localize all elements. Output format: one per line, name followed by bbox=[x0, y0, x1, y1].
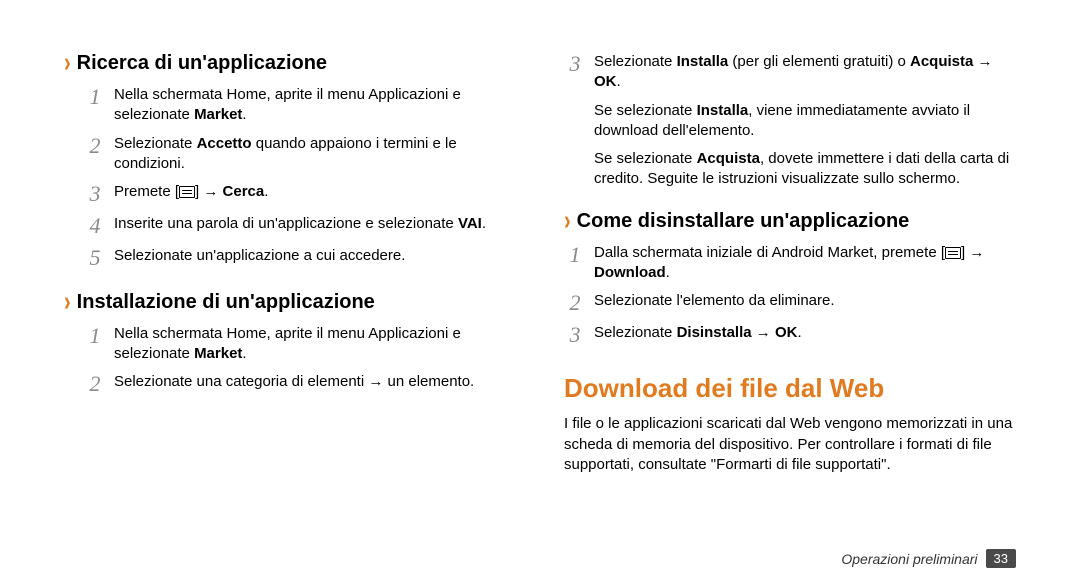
step-3: 3 Selezionate Disinstalla → OK. bbox=[564, 323, 1016, 347]
t-bold: Acquista bbox=[910, 53, 973, 70]
t: Dalla schermata iniziale di Android Mark… bbox=[594, 244, 945, 261]
footer-section: Operazioni preliminari bbox=[841, 551, 977, 567]
menu-icon bbox=[945, 247, 961, 259]
step-number: 2 bbox=[84, 134, 106, 158]
step-number: 2 bbox=[84, 372, 106, 396]
t-bold: Installa bbox=[677, 53, 729, 70]
step-text: Selezionate Accetto quando appaiono i te… bbox=[114, 134, 516, 175]
step-text: Selezionate una categoria di elementi → … bbox=[114, 372, 474, 392]
t-bold: OK bbox=[775, 324, 798, 341]
chevron-icon: › bbox=[564, 207, 571, 235]
step-1: 1 Nella schermata Home, aprite il menu A… bbox=[84, 324, 516, 365]
t: Selezionate bbox=[594, 324, 677, 341]
t-bold: OK bbox=[594, 73, 617, 90]
t-bold: Installa bbox=[697, 102, 749, 119]
t: Selezionate bbox=[594, 53, 677, 70]
step-1: 1 Dalla schermata iniziale di Android Ma… bbox=[564, 243, 1016, 284]
t: . bbox=[617, 73, 621, 90]
page-number-badge: 33 bbox=[986, 549, 1016, 568]
t: Se selezionate bbox=[594, 102, 697, 119]
menu-icon bbox=[179, 186, 195, 198]
page-footer: Operazioni preliminari 33 bbox=[564, 549, 1016, 568]
t: Se selezionate bbox=[594, 150, 697, 167]
step-text: Nella schermata Home, aprite il menu App… bbox=[114, 324, 516, 365]
t-bold: Market bbox=[194, 345, 242, 362]
t-bold: Market bbox=[194, 106, 242, 123]
step-number: 1 bbox=[84, 324, 106, 348]
t: . bbox=[264, 183, 268, 200]
step-text: Selezionate l'elemento da eliminare. bbox=[594, 291, 835, 311]
t: . bbox=[797, 324, 801, 341]
left-column: › Ricerca di un'applicazione 1 Nella sch… bbox=[48, 48, 540, 568]
subhead-text: Come disinstallare un'applicazione bbox=[577, 210, 910, 233]
step-text: Selezionate Installa (per gli elementi g… bbox=[594, 52, 1016, 93]
step-text: Inserite una parola di un'applicazione e… bbox=[114, 214, 486, 234]
step-text: Premete [ ] → Cerca. bbox=[114, 182, 268, 202]
t-bold: Accetto bbox=[197, 135, 252, 152]
step-text: Dalla schermata iniziale di Android Mark… bbox=[594, 243, 1016, 284]
subhead-search-app: › Ricerca di un'applicazione bbox=[64, 52, 516, 75]
step-text: Selezionate un'applicazione a cui accede… bbox=[114, 246, 405, 266]
page: › Ricerca di un'applicazione 1 Nella sch… bbox=[0, 0, 1080, 586]
step-number: 2 bbox=[564, 291, 586, 315]
body-download-web: I file o le applicazioni scaricati dal W… bbox=[564, 414, 1016, 475]
t: Nella schermata Home, aprite il menu App… bbox=[114, 325, 461, 362]
step-3: 3 Premete [ ] → Cerca. bbox=[84, 182, 516, 206]
subhead-text: Ricerca di un'applicazione bbox=[77, 52, 327, 75]
step-text: Nella schermata Home, aprite il menu App… bbox=[114, 85, 516, 126]
subhead-text: Installazione di un'applicazione bbox=[77, 291, 375, 314]
step-text: Selezionate Disinstalla → OK. bbox=[594, 323, 802, 343]
step-number: 5 bbox=[84, 246, 106, 270]
step-3-cont: 3 Selezionate Installa (per gli elementi… bbox=[564, 52, 1016, 93]
t: . bbox=[666, 264, 670, 281]
step-number: 1 bbox=[84, 85, 106, 109]
step-1: 1 Nella schermata Home, aprite il menu A… bbox=[84, 85, 516, 126]
chevron-icon: › bbox=[64, 49, 71, 77]
subhead-install-app: › Installazione di un'applicazione bbox=[64, 291, 516, 314]
t-bold: Disinstalla bbox=[677, 324, 752, 341]
step-number: 3 bbox=[84, 182, 106, 206]
step-number: 3 bbox=[564, 323, 586, 347]
t: . bbox=[242, 106, 246, 123]
step-2: 2 Selezionate Accetto quando appaiono i … bbox=[84, 134, 516, 175]
t: . bbox=[242, 345, 246, 362]
chevron-icon: › bbox=[64, 288, 71, 316]
step-5: 5 Selezionate un'applicazione a cui acce… bbox=[84, 246, 516, 270]
step-number: 3 bbox=[564, 52, 586, 76]
t: → bbox=[973, 53, 992, 70]
step-number: 1 bbox=[564, 243, 586, 267]
note-install: Se selezionate Installa, viene immediata… bbox=[594, 101, 1016, 142]
right-column: 3 Selezionate Installa (per gli elementi… bbox=[540, 48, 1032, 568]
step-2: 2 Selezionate l'elemento da eliminare. bbox=[564, 291, 1016, 315]
t: ] → bbox=[195, 183, 223, 200]
t: Inserite una parola di un'applicazione e… bbox=[114, 215, 458, 232]
step-number: 4 bbox=[84, 214, 106, 238]
t-bold: VAI bbox=[458, 215, 482, 232]
note-acquista: Se selezionate Acquista, dovete immetter… bbox=[594, 149, 1016, 190]
step-4: 4 Inserite una parola di un'applicazione… bbox=[84, 214, 516, 238]
t: . bbox=[482, 215, 486, 232]
t-bold: Download bbox=[594, 264, 666, 281]
t: Premete [ bbox=[114, 183, 179, 200]
t: ] → bbox=[961, 244, 984, 261]
step-2: 2 Selezionate una categoria di elementi … bbox=[84, 372, 516, 396]
t-bold: Cerca bbox=[223, 183, 265, 200]
t: Selezionate bbox=[114, 135, 197, 152]
t: (per gli elementi gratuiti) o bbox=[728, 53, 910, 70]
heading-download-web: Download dei file dal Web bbox=[564, 373, 1016, 404]
t: Nella schermata Home, aprite il menu App… bbox=[114, 86, 461, 123]
t: → bbox=[752, 324, 775, 341]
t-bold: Acquista bbox=[697, 150, 760, 167]
subhead-uninstall-app: › Come disinstallare un'applicazione bbox=[564, 210, 1016, 233]
